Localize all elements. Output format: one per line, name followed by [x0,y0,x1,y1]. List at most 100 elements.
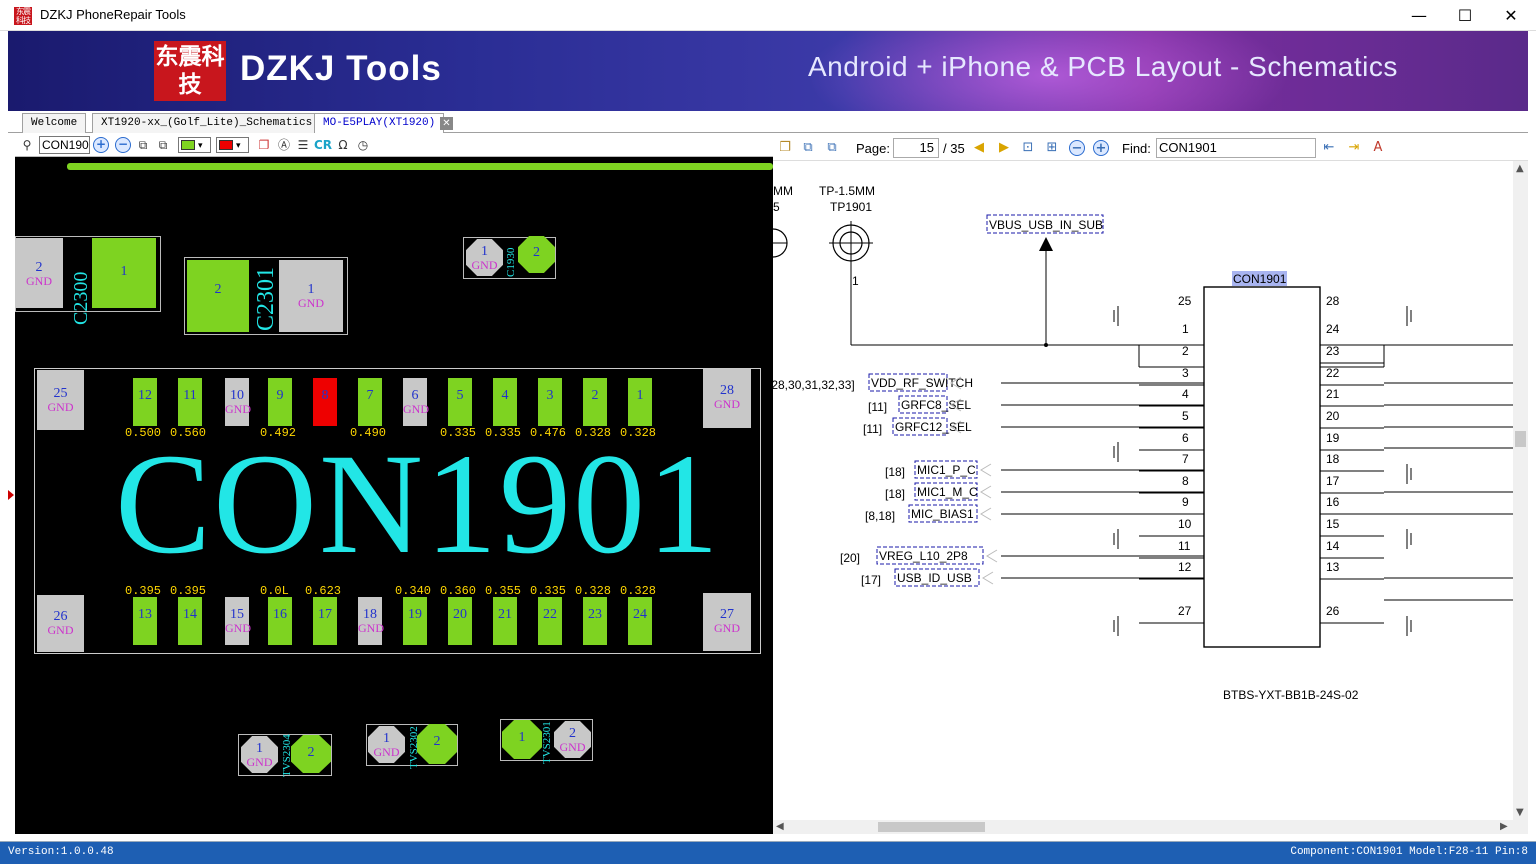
tp-left-ref: 5 [773,200,780,214]
zoom-in-icon[interactable]: + [1093,140,1109,156]
pin-9[interactable]: 9 [268,378,292,426]
pin-13[interactable]: 13 [133,597,157,645]
pin-19[interactable]: 19 [403,597,427,645]
find-label: Find: [1122,141,1151,156]
schematic-panel[interactable]: ❐ ⧉ ⧉ Page: 15 / 35 ◀ ▶ ⊡ ⊞ − + Find: CO… [773,133,1528,834]
zoom-out-icon[interactable]: − [115,137,131,153]
layers-icon[interactable]: ❐ [256,137,272,153]
previous-page-icon[interactable]: ◀ [971,140,987,156]
pad-number: 8 [321,388,329,403]
cr-icon[interactable]: CR [313,137,333,153]
paste-icon[interactable]: ⧉ [824,140,840,156]
pin-1[interactable]: 1 [628,378,652,426]
find-next-icon[interactable]: ⇥ [1346,140,1362,156]
gnd-label: GND [225,402,251,416]
pin-6[interactable]: 6 GND [403,378,429,426]
scroll-up-icon[interactable]: ▲ [1516,163,1524,174]
horizontal-scroll-thumb[interactable] [878,822,985,832]
component-search-input[interactable]: CON1901 [39,136,90,154]
page-number-input[interactable]: 15 [893,138,939,158]
pad-26[interactable]: 26 GND [37,595,84,652]
pad-number: 9 [276,388,284,403]
copy-icon[interactable]: ⧉ [800,140,816,156]
c2300-pad-1[interactable]: 1 [92,238,156,308]
pin-23[interactable]: 23 [583,597,607,645]
pad-number: 2 [591,388,599,403]
fit-width-icon[interactable]: ⊡ [1020,140,1036,156]
horizontal-scrollbar[interactable]: ◀ ▶ [773,820,1513,834]
open-file-icon[interactable]: ❐ [777,140,793,156]
banner-slogan: Android + iPhone & PCB Layout - Schemati… [808,51,1398,82]
vertical-scrollbar[interactable]: ▲ ▼ [1513,161,1528,834]
list-icon[interactable]: ☰ [295,137,311,153]
minimize-button[interactable]: — [1396,0,1442,31]
close-tab-icon[interactable]: ✕ [440,117,453,130]
pcb-layout-panel[interactable]: ⚲ CON1901 + − ⧉ ⧉ ▾ ▾ ❐ Ⓐ ☰ CR Ω ◷ 2 [15,133,773,834]
ohm-icon[interactable]: Ω [335,137,351,153]
text-icon[interactable]: Ⓐ [276,137,292,153]
pin-14[interactable]: 14 [178,597,202,645]
pad-27[interactable]: 27 GND [703,593,751,651]
fit-page-icon[interactable]: ⊞ [1044,140,1060,156]
pin-5[interactable]: 5 [448,378,472,426]
text-highlight-icon[interactable]: A [1370,140,1386,156]
copy-icon[interactable]: ⧉ [135,137,151,153]
scroll-down-icon[interactable]: ▼ [1516,807,1524,818]
tab-pcb-layout[interactable]: MO-E5PLAY(XT1920) [314,113,445,133]
pin-3[interactable]: 3 [538,378,562,426]
net-page-ref: [17] [861,573,881,587]
pad-25[interactable]: 25 GND [37,370,84,430]
c2300-pad-2[interactable]: 2 GND [15,238,63,308]
pin-17[interactable]: 17 [313,597,337,645]
find-input[interactable]: CON1901 [1156,138,1316,158]
tab-schematics[interactable]: XT1920-xx_(Golf_Lite)_Schematics [92,113,322,133]
tab-welcome[interactable]: Welcome [22,113,87,133]
pin-2[interactable]: 2 [583,378,607,426]
c2301-pad-2[interactable]: 2 [187,260,249,332]
tvs2302-pad-2[interactable]: 2 [417,724,457,764]
panel-marker-icon [8,490,14,500]
pin-12[interactable]: 12 [133,378,157,426]
find-previous-icon[interactable]: ⇤ [1321,140,1337,156]
selection-color-picker[interactable]: ▾ [216,137,249,153]
pin-10[interactable]: 10 GND [225,378,251,426]
app-logo-icon: 东震科技 [14,7,32,25]
document-tab-bar: Welcome XT1920-xx_(Golf_Lite)_Schematics… [8,111,1528,133]
pin-20[interactable]: 20 [448,597,472,645]
pin-22[interactable]: 22 [538,597,562,645]
close-button[interactable]: ✕ [1488,0,1534,31]
pin-18[interactable]: 18 GND [358,597,384,645]
net-name: VREG_L10_2P8 [879,549,968,563]
pin-21[interactable]: 21 [493,597,517,645]
tvs2304-pad-2[interactable]: 2 [291,735,331,773]
next-page-icon[interactable]: ▶ [996,140,1012,156]
maximize-button[interactable]: ☐ [1442,0,1488,31]
scroll-left-icon[interactable]: ◀ [776,821,784,832]
c2301-pad-1[interactable]: 1 GND [279,260,343,332]
pin-4[interactable]: 4 [493,378,517,426]
pad-number: 4 [501,388,509,403]
highlight-color-picker[interactable]: ▾ [178,137,211,153]
pin-11[interactable]: 11 [178,378,202,426]
pin-8[interactable]: 8 [313,378,337,426]
c2301-label: C2301 [253,266,279,331]
scroll-right-icon[interactable]: ▶ [1500,821,1508,832]
zoom-out-icon[interactable]: − [1069,140,1085,156]
pad-28[interactable]: 28 GND [703,369,751,428]
search-icon[interactable]: ⚲ [19,137,35,153]
pin-16[interactable]: 16 [268,597,292,645]
zoom-in-icon[interactable]: + [93,137,109,153]
gnd-label: GND [373,745,400,759]
pin-7[interactable]: 7 [358,378,382,426]
vertical-scroll-thumb[interactable] [1515,431,1526,447]
pin-15[interactable]: 15 GND [225,597,251,645]
net-name: USB_ID_USB [897,571,972,585]
tvs2302-label: TVS2302 [408,726,420,769]
clock-icon[interactable]: ◷ [355,137,371,153]
pad-number: 2 [214,282,222,297]
copy-layer-icon[interactable]: ⧉ [155,137,171,153]
pad-number: 13 [138,607,152,622]
pad-number: 10 [230,388,244,403]
pin-24[interactable]: 24 [628,597,652,645]
pad-number: 1 [383,731,390,746]
